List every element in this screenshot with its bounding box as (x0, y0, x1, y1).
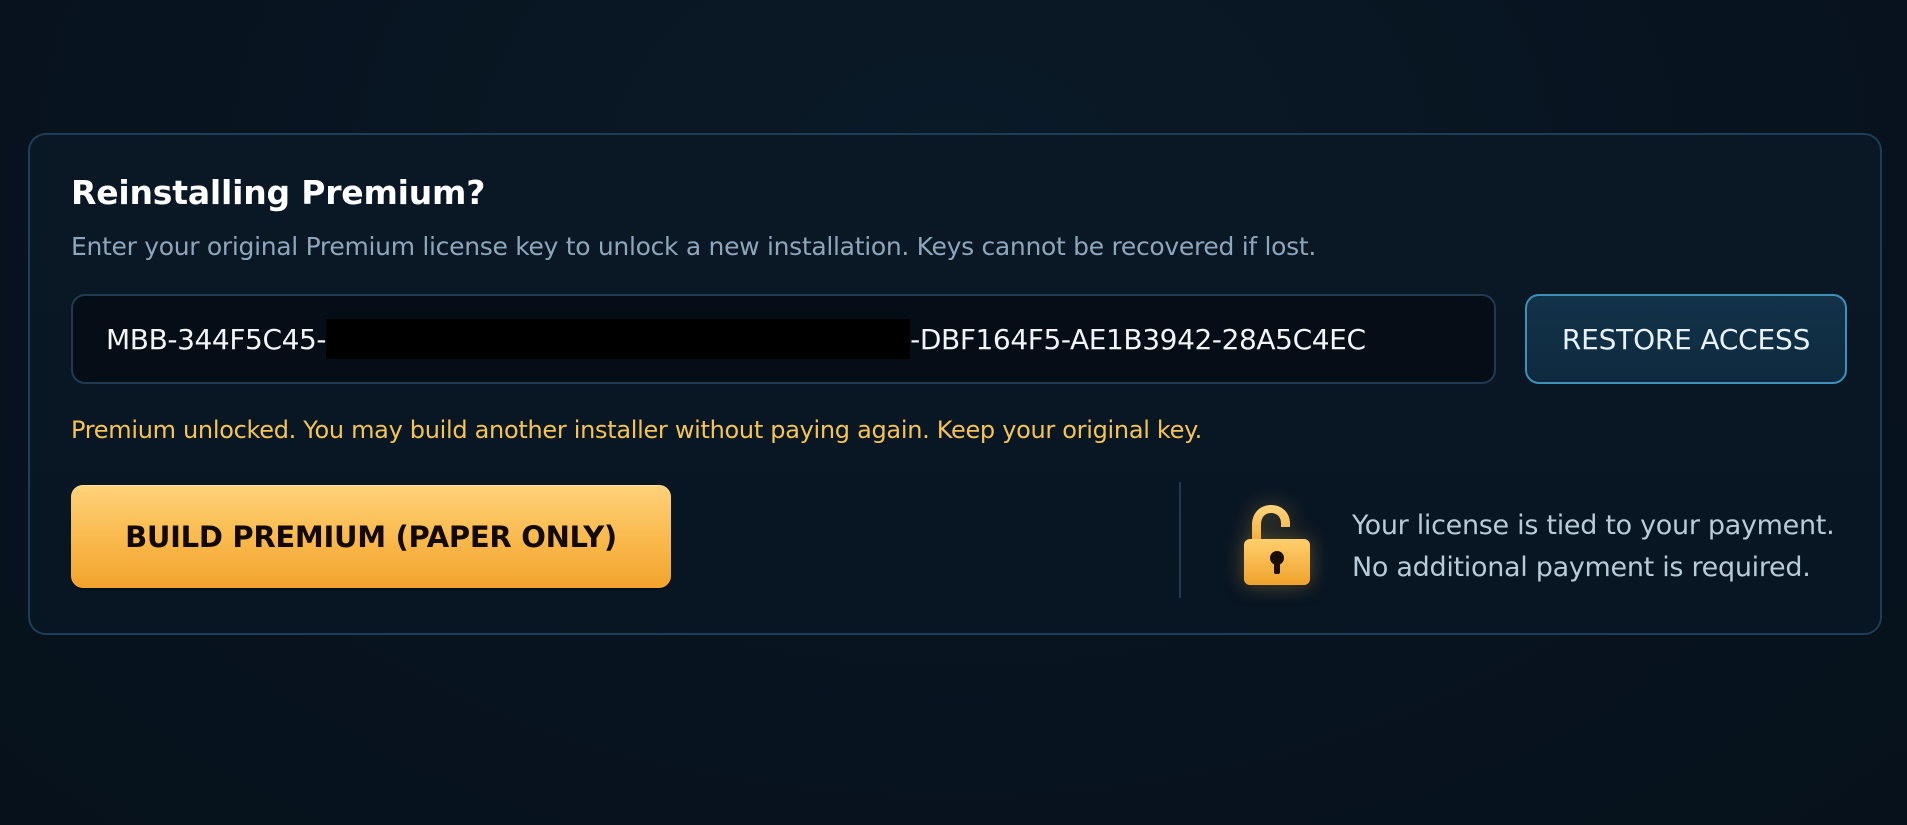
build-premium-button[interactable]: BUILD PREMIUM (PAPER ONLY) (71, 485, 671, 588)
reinstall-premium-panel: Reinstalling Premium? Enter your origina… (28, 133, 1882, 635)
license-key-input[interactable]: MBB-344F5C45- -DBF164F5-AE1B3942-28A5C4EC (71, 294, 1496, 384)
license-info-text: Your license is tied to your payment. No… (1352, 505, 1835, 589)
license-info-line-2: No additional payment is required. (1352, 552, 1811, 583)
unlocked-padlock-icon (1238, 503, 1316, 587)
license-key-prefix: MBB-344F5C45- (106, 322, 327, 356)
license-key-redaction (326, 319, 911, 359)
vertical-divider (1179, 482, 1181, 598)
panel-title: Reinstalling Premium? (71, 173, 486, 212)
status-message: Premium unlocked. You may build another … (71, 416, 1202, 444)
panel-subtitle: Enter your original Premium license key … (71, 232, 1317, 261)
license-key-suffix: -DBF164F5-AE1B3942-28A5C4EC (910, 322, 1366, 356)
restore-access-button[interactable]: RESTORE ACCESS (1525, 294, 1847, 384)
license-info-line-1: Your license is tied to your payment. (1352, 510, 1835, 541)
